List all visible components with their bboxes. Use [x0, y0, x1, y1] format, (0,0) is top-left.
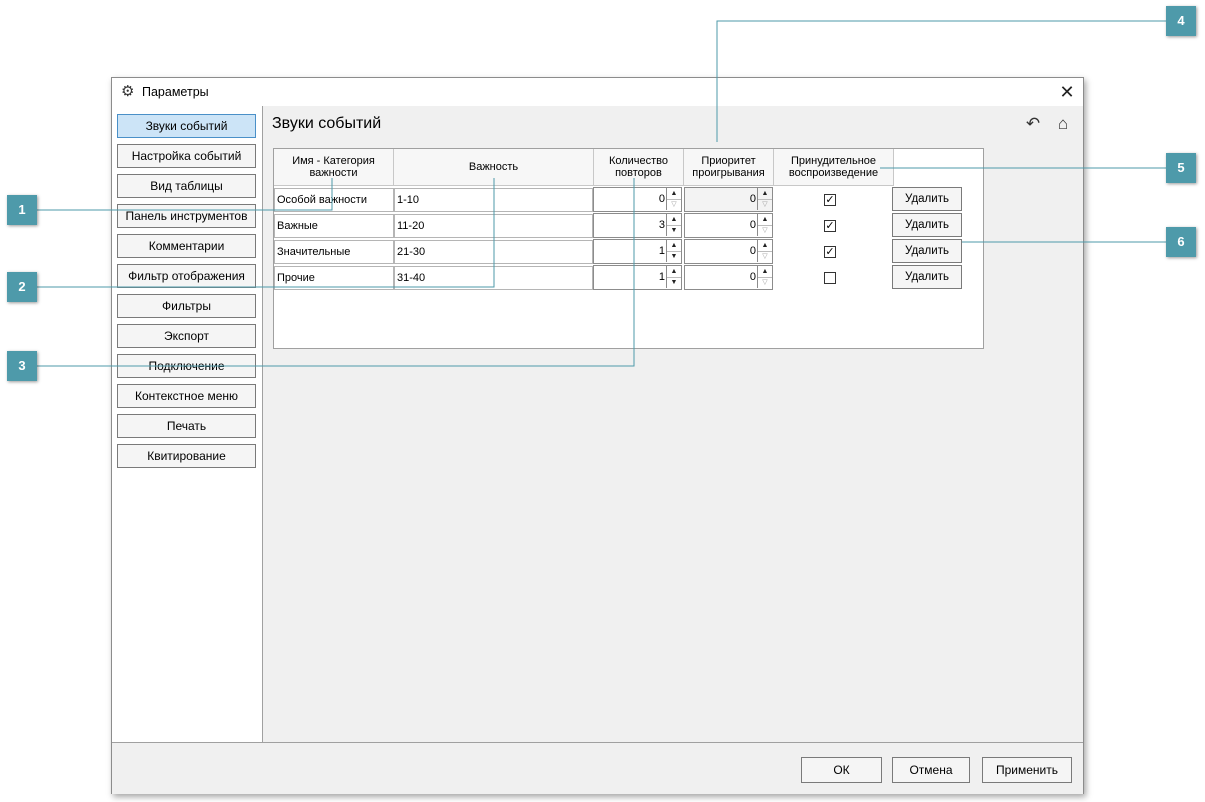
callout-badge-5: 5 — [1166, 153, 1196, 183]
callout-badge-4: 4 — [1166, 6, 1196, 36]
callout-badge-1: 1 — [7, 195, 37, 225]
callout-line-1 — [37, 178, 333, 211]
callout-badge-3: 3 — [7, 351, 37, 381]
callout-badge-6: 6 — [1166, 227, 1196, 257]
callout-line-2 — [37, 178, 495, 288]
callout-line-4 — [716, 20, 1166, 142]
callout-leader-lines — [37, 20, 1166, 367]
callout-line-3 — [37, 178, 635, 367]
callout-badge-2: 2 — [7, 272, 37, 302]
